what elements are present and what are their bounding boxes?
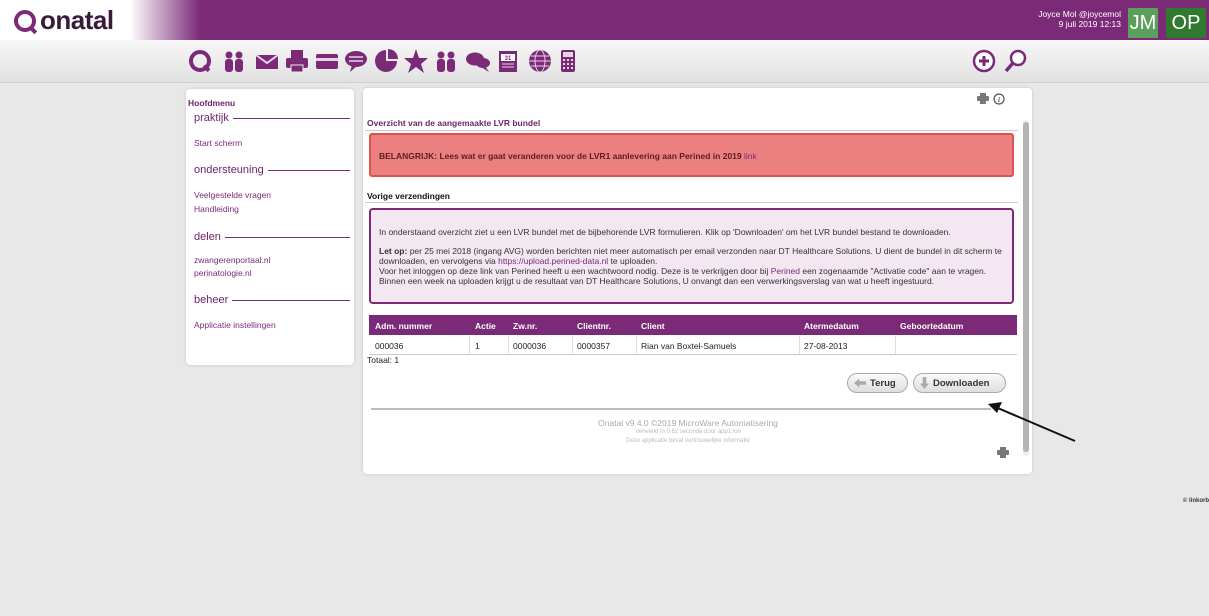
alert-text: BELANGRIJK: Lees wat er gaat veranderen … — [379, 151, 757, 161]
col-client[interactable]: Client — [641, 321, 665, 331]
chat-icon[interactable] — [464, 48, 492, 74]
add-icon[interactable] — [970, 48, 998, 74]
people-icon[interactable] — [220, 48, 248, 74]
refresh-icon[interactable] — [186, 48, 214, 74]
download-arrow-icon — [920, 377, 929, 389]
upload-link[interactable]: https://upload.perined-data.nl — [498, 256, 608, 266]
info-box: In onderstaand overzicht ziet u een LVR … — [369, 208, 1014, 304]
people-group-icon[interactable] — [432, 48, 460, 74]
star-icon[interactable] — [402, 48, 430, 74]
col-geboortedatum[interactable]: Geboortedatum — [900, 321, 963, 331]
card-icon[interactable] — [313, 48, 341, 74]
col-actie[interactable]: Actie — [475, 321, 496, 331]
print-icon[interactable] — [283, 48, 311, 74]
sidebar-section-praktijk: praktijk — [194, 112, 350, 124]
mail-icon[interactable] — [253, 48, 281, 74]
perined-link[interactable]: Perined — [771, 266, 800, 276]
sidebar-section-delen: delen — [194, 231, 350, 243]
main-panel: i Overzicht van de aangemaakte LVR bunde… — [363, 88, 1032, 474]
alert-link[interactable]: link — [744, 151, 757, 161]
cell-actie: 1 — [475, 341, 480, 351]
col-adm-nummer[interactable]: Adm. nummer — [375, 321, 432, 331]
icon-toolbar: 31 — [0, 40, 1209, 83]
info-paragraph-2: Let op: per 25 mei 2018 (ingang AVG) wor… — [379, 246, 1002, 266]
brand-name: onatal — [40, 5, 114, 35]
sidebar-item-handleiding[interactable]: Handleiding — [194, 204, 239, 214]
main-menu-sidebar: Hoofdmenu praktijk Start scherm onderste… — [186, 89, 354, 365]
info-paragraph-1: In onderstaand overzicht ziet u een LVR … — [379, 227, 951, 237]
back-button[interactable]: Terug — [847, 373, 908, 393]
calculator-icon[interactable] — [554, 48, 582, 74]
cell-zw-nr: 0000036 — [513, 341, 547, 351]
svg-text:31: 31 — [505, 56, 512, 62]
logo-q-icon — [14, 9, 36, 32]
sidebar-item-zwangerenportaal[interactable]: zwangerenportaal.nl — [194, 255, 271, 265]
info-paragraph-3: Voor het inloggen op deze link van Perin… — [379, 266, 987, 286]
print-page-icon[interactable] — [977, 93, 989, 106]
top-bar: onatal Joyce Mol @joycemol 9 juli 2019 1… — [0, 0, 1209, 40]
sidebar-item-veelgestelde-vragen[interactable]: Veelgestelde vragen — [194, 190, 271, 200]
col-clientnr[interactable]: Clientnr. — [577, 321, 611, 331]
globe-icon[interactable] — [526, 48, 554, 74]
sidebar-item-perinatologie[interactable]: perinatologie.nl — [194, 268, 252, 278]
annotation-arrow-icon — [988, 402, 1076, 442]
footer-divider — [371, 408, 991, 410]
table-row[interactable]: 000036 1 0000036 0000357 Rian van Boxtel… — [369, 336, 1017, 355]
sidebar-section-ondersteuning: ondersteuning — [194, 164, 350, 176]
speech-icon[interactable] — [342, 48, 370, 74]
onatal-logo[interactable]: onatal — [14, 5, 114, 36]
linkorb-watermark: © linkorb — [1182, 498, 1209, 504]
footer-copyright: Onatal v9.4.0 ©2019 MicroWare Automatise… — [598, 418, 778, 428]
sidebar-section-beheer: beheer — [194, 294, 350, 306]
cell-client: Rian van Boxtel-Samuels — [641, 341, 737, 351]
search-icon[interactable] — [1002, 48, 1030, 74]
info-icon[interactable]: i — [993, 93, 1005, 107]
section-title: Vorige verzendingen — [367, 191, 450, 201]
page-title: Overzicht van de aangemaakte LVR bundel — [367, 118, 541, 128]
table-header: Adm. nummer Actie Zw.nr. Clientnr. Clien… — [369, 315, 1017, 335]
current-datetime: 9 juli 2019 12:13 — [1058, 19, 1121, 29]
col-zw-nr[interactable]: Zw.nr. — [513, 321, 537, 331]
pie-chart-icon[interactable] — [372, 48, 400, 74]
sidebar-item-start-scherm[interactable]: Start scherm — [194, 138, 242, 148]
svg-text:i: i — [998, 96, 1000, 104]
download-button[interactable]: Downloaden — [913, 373, 1006, 393]
important-alert: BELANGRIJK: Lees wat er gaat veranderen … — [369, 133, 1014, 177]
sidebar-title: Hoofdmenu — [188, 98, 236, 108]
col-atermedatum[interactable]: Atermedatum — [804, 321, 859, 331]
cell-atermedatum: 27-08-2013 — [804, 341, 848, 351]
user-name: Joyce Mol @joycemol — [1038, 9, 1121, 19]
sidebar-item-applicatie-instellingen[interactable]: Applicatie instellingen — [194, 320, 276, 330]
table-total: Totaal: 1 — [367, 355, 400, 365]
title-divider — [365, 130, 1018, 131]
print-footer-icon[interactable] — [997, 447, 1009, 460]
calendar-icon[interactable]: 31 — [494, 48, 522, 74]
section-divider — [365, 202, 1018, 203]
user-badge-op[interactable]: OP — [1166, 8, 1206, 38]
cell-clientnr: 0000357 — [577, 341, 611, 351]
cell-adm-nummer: 000036 — [375, 341, 404, 351]
user-badge-jm[interactable]: JM — [1128, 8, 1158, 38]
footer-confidential: Deze applicatie bevat vertrouwelijke inf… — [626, 438, 750, 444]
user-info: Joyce Mol @joycemol 9 juli 2019 12:13 — [1038, 9, 1121, 29]
back-arrow-icon — [854, 378, 866, 388]
footer-timing: Verwerkt in 0.62 seconde door app1:lon — [635, 429, 741, 435]
